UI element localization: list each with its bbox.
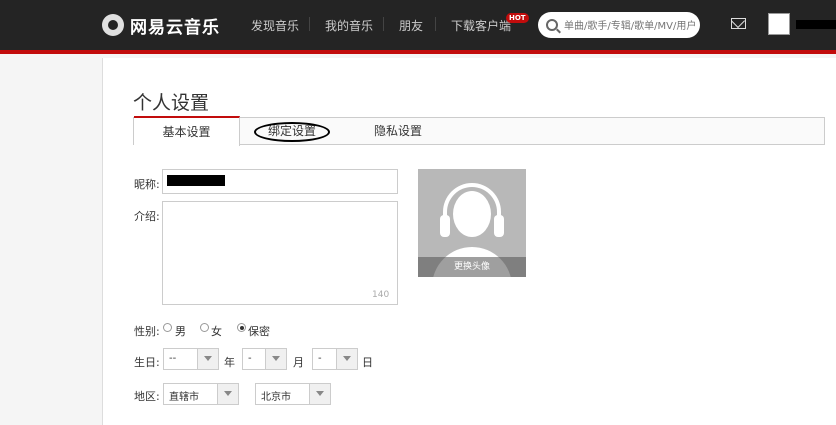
redacted-username [796,20,836,29]
avatar-preview[interactable]: 更换头像 [418,169,526,277]
tab-basic-settings[interactable]: 基本设置 [134,116,240,146]
gender-male-radio[interactable] [163,323,172,332]
chevron-down-icon [265,349,286,369]
intro-label: 介绍: [134,210,160,223]
page-title: 个人设置 [133,92,210,114]
gender-label: 性别: [134,325,160,338]
nav-divider [309,17,310,31]
nav-divider [435,17,436,31]
year-unit: 年 [224,356,235,369]
birth-year-select[interactable]: -- [163,348,219,370]
accent-strip [0,50,836,54]
intro-textarea[interactable] [162,201,398,305]
search-input[interactable] [562,17,700,35]
hot-badge: HOT [506,13,529,23]
top-nav-bar: 网易云音乐 发现音乐 我的音乐 朋友 下载客户端 HOT [0,0,836,50]
province-value: 直辖市 [169,392,199,403]
birth-month-select[interactable]: - [242,348,287,370]
brand-name: 网易云音乐 [130,17,220,38]
gender-male-label: 男 [175,325,186,338]
nav-discover-music[interactable]: 发现音乐 [251,17,299,34]
nav-divider [383,17,384,31]
birthday-label: 生日: [134,356,160,369]
city-value: 北京市 [261,392,291,403]
birth-year-value: -- [169,353,177,364]
brand-logo[interactable]: 网易云音乐 [102,13,220,38]
headphones-icon [443,183,501,235]
mail-icon[interactable] [731,18,746,29]
day-unit: 日 [362,356,373,369]
province-select[interactable]: 直辖市 [163,383,239,405]
headphone-ear-right [494,215,504,237]
nickname-label: 昵称: [134,178,160,191]
user-avatar[interactable] [768,13,790,35]
birth-day-value: - [318,353,322,364]
search-icon [546,19,558,31]
city-select[interactable]: 北京市 [255,383,331,405]
nav-my-music[interactable]: 我的音乐 [325,17,373,34]
settings-tabs: 基本设置 绑定设置 隐私设置 [133,116,825,146]
change-avatar-button[interactable]: 更换头像 [418,257,526,277]
gender-female-radio[interactable] [200,323,209,332]
headphone-ear-left [440,215,450,237]
birth-day-select[interactable]: - [312,348,358,370]
nav-download-client[interactable]: 下载客户端 [451,17,511,34]
month-unit: 月 [293,356,304,369]
intro-char-counter: 140 [372,290,390,300]
region-label: 地区: [134,390,160,403]
redacted-nickname [167,175,225,186]
chevron-down-icon [217,384,238,404]
gender-female-label: 女 [211,325,222,338]
birth-month-value: - [248,353,252,364]
chevron-down-icon [197,349,218,369]
tab-privacy-settings[interactable]: 隐私设置 [362,118,434,145]
search-box[interactable] [538,12,700,38]
chevron-down-icon [336,349,357,369]
chevron-down-icon [309,384,330,404]
netease-music-logo-icon [102,14,124,36]
gender-secret-radio[interactable] [237,323,246,332]
nav-friends[interactable]: 朋友 [399,17,423,34]
annotation-circle [254,122,330,142]
gender-secret-label: 保密 [248,325,270,338]
